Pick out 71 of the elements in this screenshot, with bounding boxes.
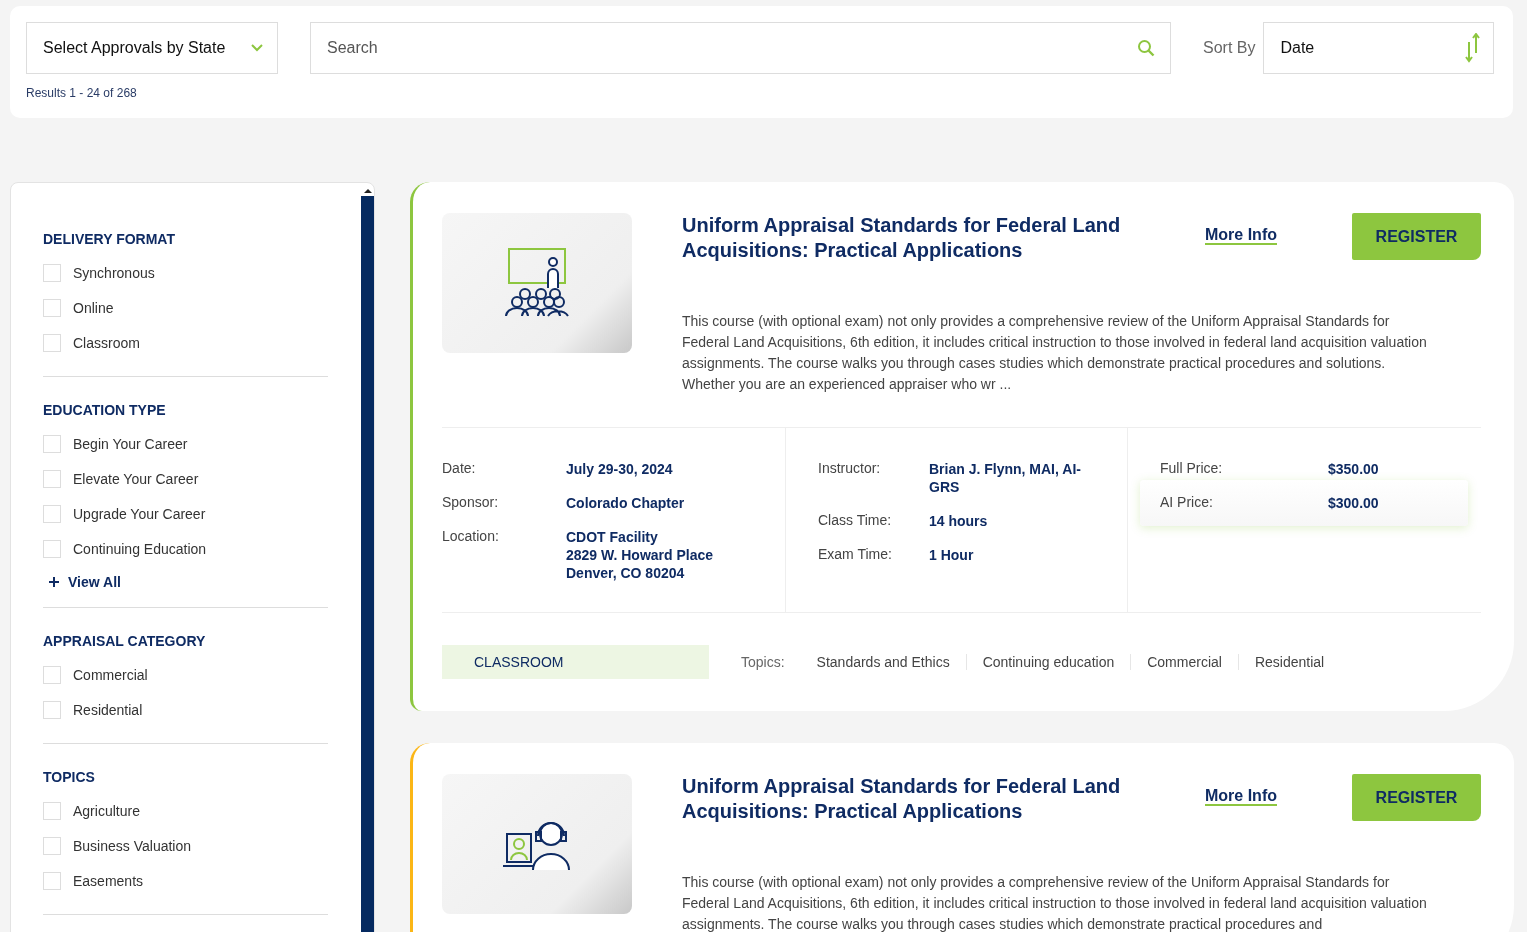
register-button[interactable]: REGISTER [1352, 213, 1481, 260]
course-description: This course (with optional exam) not only provides a comprehensive review of the Uniform Appraisal Standards for Federal Land Acquisitions, 6th edition, it includes critical instruction to those involved in federal land acquisition valuation assignments. The course walks you through cases studies which demonstrate practical procedures and [682, 873, 1428, 932]
filter-option[interactable]: Easements [73, 872, 144, 889]
filter-heading: APPRAISAL CATEGORY [43, 633, 207, 649]
filter-option[interactable]: Synchronous [73, 264, 155, 281]
detail-value: July 29-30, 2024 [566, 460, 674, 478]
scrollbar-thumb[interactable] [361, 196, 374, 932]
checkbox[interactable] [43, 539, 61, 558]
filter-option[interactable]: Residential [73, 701, 143, 718]
detail-label: Date: [442, 460, 477, 478]
filter-option[interactable]: Elevate Your Career [73, 470, 199, 487]
more-info-link[interactable]: More Info [1205, 226, 1277, 245]
price-label: Full Price: [1160, 460, 1224, 478]
sort-label: Sort By [1203, 39, 1256, 57]
more-info-link[interactable]: More Info [1205, 787, 1277, 806]
scroll-up-icon [363, 188, 372, 194]
filter-heading: DELIVERY FORMAT [43, 231, 176, 247]
detail-value: 1 Hour [929, 546, 975, 564]
topic-link[interactable]: Commercial [1130, 654, 1238, 670]
filter-option[interactable]: Begin Your Career [73, 435, 188, 452]
checkbox[interactable] [43, 298, 61, 317]
detail-label: Location: [442, 528, 500, 546]
filter-option[interactable]: Upgrade Your Career [73, 505, 206, 522]
filter-option[interactable]: Continuing Education [73, 540, 207, 557]
detail-value: CDOT Facility 2829 W. Howard Place Denver, CO 80204 [566, 528, 715, 582]
filter-option[interactable]: Commercial [73, 666, 148, 683]
checkbox[interactable] [43, 700, 61, 719]
checkbox[interactable] [43, 504, 61, 523]
course-description: This course (with optional exam) not only provides a comprehensive review of the Uniform Appraisal Standards for Federal Land Acquisitions, 6th edition, it includes critical instruction to those involved in federal land acquisition valuation assignments. The course walks you through cases studies which demonstrate practical procedures and solutions. Whether you are an experienced appraiser who wr ... [682, 312, 1428, 394]
filter-heading: EDUCATION TYPE [43, 402, 167, 418]
checkbox[interactable] [43, 836, 61, 855]
checkbox[interactable] [43, 263, 61, 282]
checkbox[interactable] [43, 434, 61, 453]
detail-label: Exam Time: [818, 546, 893, 564]
search-icon [1137, 39, 1155, 57]
plus-icon [49, 577, 59, 587]
price-value: $350.00 [1328, 460, 1380, 478]
topic-link[interactable]: Residential [1237, 654, 1341, 670]
topic-link[interactable]: Standards and Ethics [800, 654, 966, 670]
filter-option[interactable]: Agriculture [73, 802, 140, 819]
view-all-link[interactable]: View All [49, 574, 121, 590]
detail-value: Colorado Chapter [566, 494, 686, 512]
detail-label: Class Time: [818, 512, 893, 530]
format-tag: CLASSROOM [442, 645, 709, 679]
chevron-down-icon [251, 44, 263, 52]
filter-option[interactable]: Classroom [73, 334, 140, 351]
register-button[interactable]: REGISTER [1352, 774, 1481, 821]
filter-option[interactable]: Online [73, 299, 114, 316]
price-label: AI Price: [1160, 494, 1214, 512]
price-value: $300.00 [1328, 494, 1380, 512]
sort-dropdown[interactable]: Date [1263, 22, 1495, 74]
checkbox[interactable] [43, 469, 61, 488]
detail-value: 14 hours [929, 512, 989, 530]
filter-option[interactable]: Business Valuation [73, 837, 192, 854]
search-field[interactable]: Search [310, 22, 1171, 74]
course-title: Uniform Appraisal Standards for Federal Land Acquisitions: Practical Applications [682, 213, 1122, 263]
checkbox[interactable] [43, 665, 61, 684]
topic-link[interactable]: Continuing education [965, 654, 1131, 670]
detail-value: Brian J. Flynn, MAI, AI-GRS [929, 460, 1082, 496]
course-title: Uniform Appraisal Standards for Federal Land Acquisitions: Practical Applications [682, 774, 1122, 824]
sort-arrows-icon [1465, 33, 1482, 63]
results-count: Results 1 - 24 of 268 [26, 86, 137, 100]
detail-label: Sponsor: [442, 494, 500, 512]
checkbox[interactable] [43, 333, 61, 352]
state-dropdown[interactable]: Select Approvals by State [26, 22, 278, 74]
classroom-icon [503, 248, 571, 318]
topics-label: Topics: [741, 654, 785, 670]
filter-heading: TOPICS [43, 769, 96, 785]
checkbox[interactable] [43, 871, 61, 890]
detail-label: Instructor: [818, 460, 882, 478]
checkbox[interactable] [43, 801, 61, 820]
